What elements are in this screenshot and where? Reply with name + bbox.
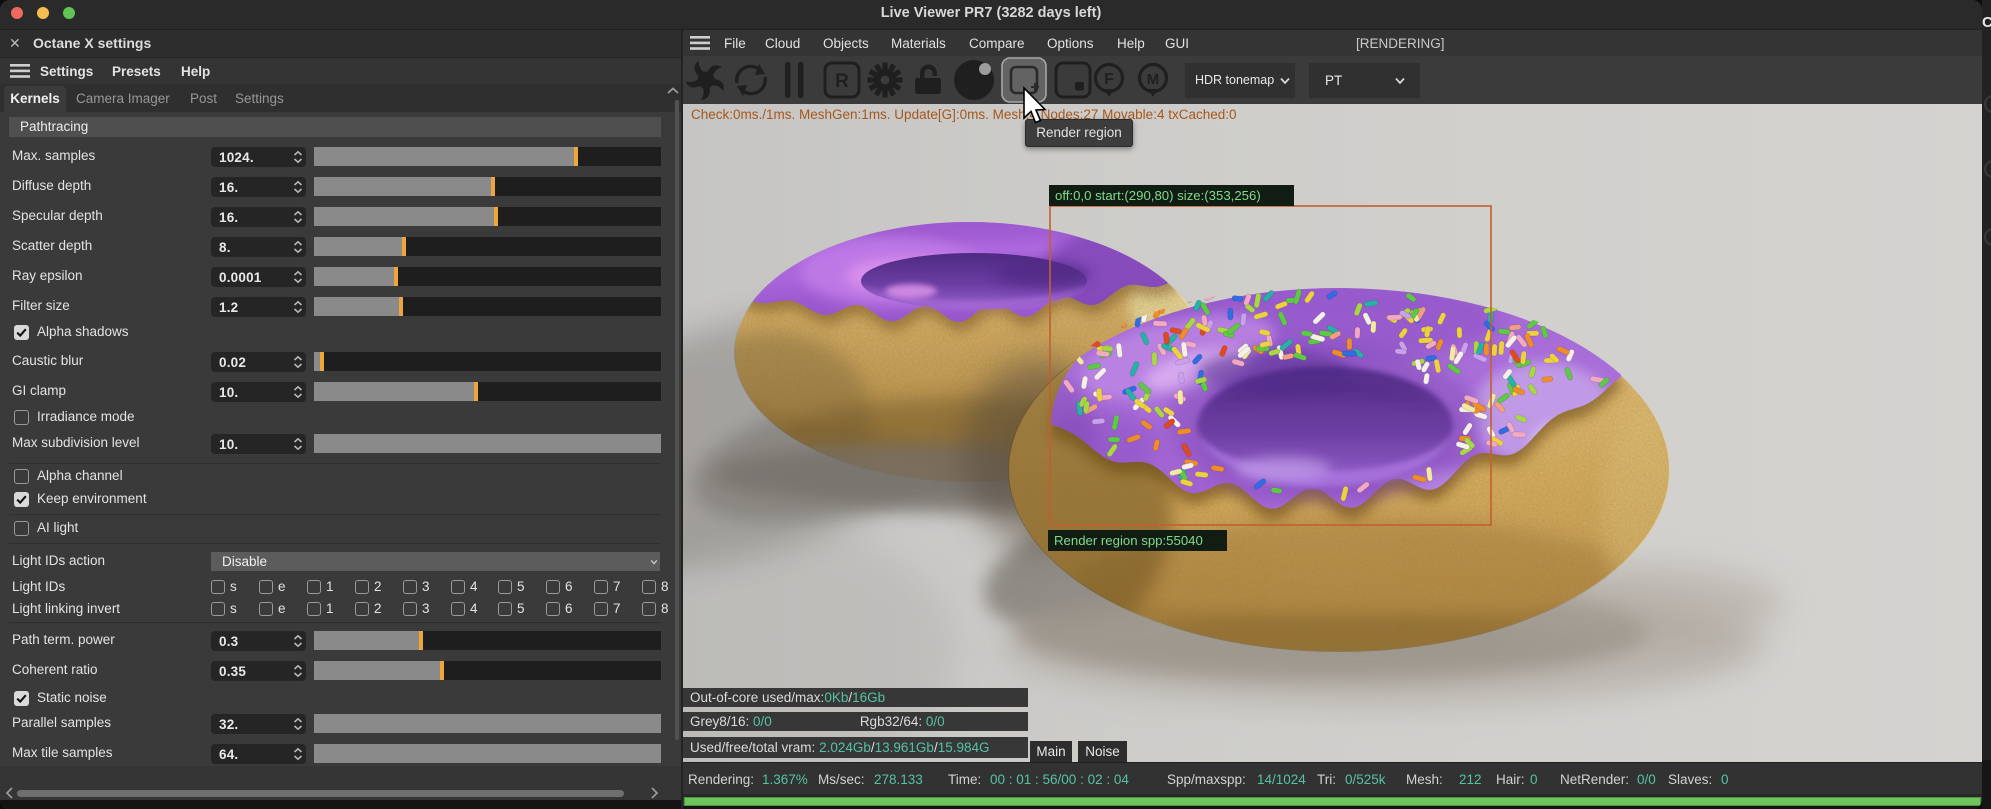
svg-text:F: F — [1104, 71, 1114, 88]
svg-text:R: R — [835, 71, 849, 92]
svg-text:Render region spp:55040: Render region spp:55040 — [1054, 533, 1203, 548]
svg-text:off:0,0 start:(290,80) size:(3: off:0,0 start:(290,80) size:(353,256) — [1055, 188, 1261, 203]
svg-text:M: M — [1147, 71, 1160, 88]
